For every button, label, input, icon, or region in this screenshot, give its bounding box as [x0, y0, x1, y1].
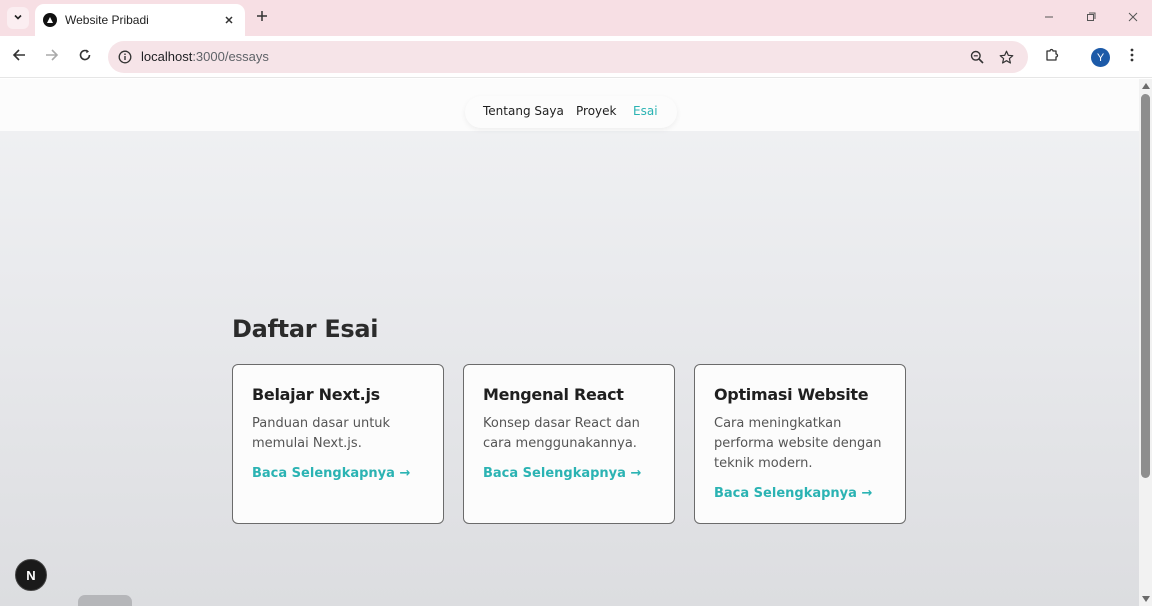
close-icon[interactable] — [221, 12, 237, 28]
reload-icon — [78, 48, 92, 67]
bottom-handle — [78, 595, 132, 606]
card-title: Mengenal React — [483, 385, 624, 404]
restore-icon — [1086, 9, 1096, 27]
scroll-up-arrow-icon[interactable] — [1142, 83, 1150, 89]
scroll-down-arrow-icon[interactable] — [1142, 596, 1150, 602]
puzzle-icon — [1045, 47, 1060, 67]
address-bar[interactable]: localhost:3000/essays — [108, 41, 1028, 73]
zoom-icon[interactable] — [968, 48, 986, 66]
nextjs-dev-tools-button[interactable]: N — [15, 559, 47, 591]
chevron-down-icon — [13, 9, 23, 27]
tab-strip: Website Pribadi — [0, 0, 1152, 36]
tab-title: Website Pribadi — [65, 13, 149, 27]
tab-search-button[interactable] — [7, 7, 29, 29]
profile-avatar[interactable]: Y — [1091, 48, 1110, 67]
minimize-button[interactable] — [1038, 8, 1060, 28]
read-more-link[interactable]: Baca Selengkapnya → — [714, 486, 886, 501]
nextjs-triangle-icon — [43, 13, 57, 27]
browser-tab[interactable]: Website Pribadi — [35, 4, 245, 36]
read-more-link[interactable]: Baca Selengkapnya → — [252, 466, 424, 481]
site-nav: Tentang Saya Proyek Esai — [465, 96, 677, 128]
essay-card[interactable]: Belajar Next.js Panduan dasar untuk memu… — [232, 364, 444, 524]
back-button[interactable] — [9, 47, 29, 67]
card-description: Cara meningkatkan performa website denga… — [714, 416, 882, 471]
browser-toolbar: localhost:3000/essays — [0, 36, 1152, 78]
vertical-scrollbar[interactable] — [1139, 79, 1152, 606]
star-icon[interactable] — [997, 48, 1015, 66]
card-description: Panduan dasar untuk memulai Next.js. — [252, 416, 391, 451]
nav-link-proyek[interactable]: Proyek — [576, 104, 616, 118]
url-path: :3000/essays — [192, 49, 269, 64]
essay-card[interactable]: Mengenal React Konsep dasar React dan ca… — [463, 364, 675, 524]
forward-button[interactable] — [42, 47, 62, 67]
nav-link-esai[interactable]: Esai — [633, 104, 658, 118]
kebab-menu-icon — [1130, 48, 1134, 67]
arrow-right-icon — [45, 48, 59, 67]
extensions-button[interactable] — [1042, 47, 1062, 67]
close-icon — [1128, 9, 1138, 27]
arrow-left-icon — [12, 48, 26, 67]
new-tab-button[interactable] — [252, 8, 272, 28]
card-title: Optimasi Website — [714, 385, 869, 404]
page-viewport: Tentang Saya Proyek Esai Daftar Esai Bel… — [0, 79, 1139, 606]
restore-button[interactable] — [1080, 8, 1102, 28]
scrollbar-thumb[interactable] — [1141, 94, 1150, 478]
url-text: localhost:3000/essays — [141, 49, 269, 64]
reload-button[interactable] — [75, 47, 95, 67]
info-icon[interactable] — [117, 49, 133, 65]
nav-link-tentang-saya[interactable]: Tentang Saya — [483, 104, 564, 118]
plus-icon — [256, 9, 268, 27]
read-more-link[interactable]: Baca Selengkapnya → — [483, 466, 655, 481]
card-title: Belajar Next.js — [252, 385, 380, 404]
browser-menu-button[interactable] — [1122, 47, 1142, 67]
url-host: localhost — [141, 49, 193, 64]
page-title: Daftar Esai — [232, 315, 379, 343]
minimize-icon — [1044, 9, 1054, 27]
card-description: Konsep dasar React dan cara menggunakann… — [483, 416, 640, 451]
essay-card[interactable]: Optimasi Website Cara meningkatkan perfo… — [694, 364, 906, 524]
window-close-button[interactable] — [1122, 8, 1144, 28]
